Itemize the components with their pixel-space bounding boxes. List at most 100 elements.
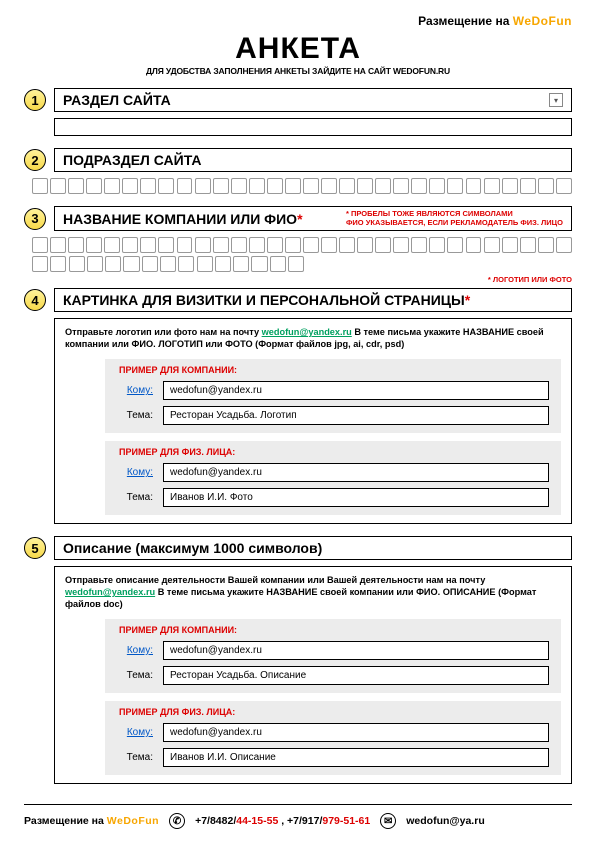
char-box[interactable] (178, 256, 194, 272)
s4-example-person: ПРИМЕР ДЛЯ ФИЗ. ЛИЦА: Кому:wedofun@yande… (105, 441, 561, 515)
char-box[interactable] (86, 178, 102, 194)
char-box[interactable] (267, 237, 283, 253)
char-box[interactable] (429, 178, 445, 194)
char-box[interactable] (249, 178, 265, 194)
char-box[interactable] (142, 256, 158, 272)
char-box[interactable] (520, 237, 536, 253)
char-box[interactable] (123, 256, 139, 272)
char-box[interactable] (177, 237, 193, 253)
char-box[interactable] (122, 237, 138, 253)
char-box[interactable] (104, 237, 120, 253)
section-3-note: * ПРОБЕЛЫ ТОЖЕ ЯВЛЯЮТСЯ СИМВОЛАМИФИО УКА… (346, 210, 563, 227)
char-box[interactable] (104, 178, 120, 194)
email-link-s4[interactable]: wedofun@yandex.ru (262, 327, 352, 337)
char-box[interactable] (429, 237, 445, 253)
char-box[interactable] (105, 256, 121, 272)
char-box[interactable] (411, 178, 427, 194)
char-box[interactable] (68, 237, 84, 253)
char-box[interactable] (502, 178, 518, 194)
section-3-label: Название компании или ФИО* (63, 211, 303, 227)
char-box[interactable] (50, 178, 66, 194)
phone-icon: ✆ (169, 813, 185, 829)
char-box[interactable] (140, 237, 156, 253)
char-box[interactable] (502, 237, 518, 253)
char-box[interactable] (231, 237, 247, 253)
char-box[interactable] (197, 256, 213, 272)
char-box[interactable] (140, 178, 156, 194)
char-box[interactable] (538, 178, 554, 194)
char-box[interactable] (339, 237, 355, 253)
char-box[interactable] (270, 256, 286, 272)
section-2-charboxes (32, 178, 572, 194)
char-box[interactable] (484, 237, 500, 253)
char-box[interactable] (484, 178, 500, 194)
page-title-block: Анкета для удобства заполнения анкеты за… (24, 32, 572, 76)
char-box[interactable] (213, 237, 229, 253)
char-box[interactable] (158, 237, 174, 253)
subject-label: Тема: (117, 410, 153, 421)
char-box[interactable] (285, 178, 301, 194)
section-5-instructions: Отправьте описание деятельности Вашей ко… (54, 566, 572, 784)
section-1-input[interactable] (54, 118, 572, 136)
char-box[interactable] (50, 256, 66, 272)
char-box[interactable] (233, 256, 249, 272)
email-link-s5[interactable]: wedofun@yandex.ru (65, 587, 155, 597)
s5-person-subj: Иванов И.И. Описание (163, 748, 549, 767)
char-box[interactable] (288, 256, 304, 272)
char-box[interactable] (87, 256, 103, 272)
char-box[interactable] (231, 178, 247, 194)
to-label: Кому: (117, 467, 153, 478)
char-box[interactable] (466, 237, 482, 253)
section-3-bar: Название компании или ФИО* * ПРОБЕЛЫ ТОЖ… (54, 206, 572, 231)
char-box[interactable] (321, 178, 337, 194)
char-box[interactable] (160, 256, 176, 272)
char-box[interactable] (249, 237, 265, 253)
s4-company-subj: Ресторан Усадьба. Логотип (163, 406, 549, 425)
s5-example-company: ПРИМЕР ДЛЯ КОМПАНИИ: Кому:wedofun@yandex… (105, 619, 561, 693)
char-box[interactable] (251, 256, 267, 272)
char-box[interactable] (285, 237, 301, 253)
char-box[interactable] (447, 178, 463, 194)
char-box[interactable] (411, 237, 427, 253)
char-box[interactable] (215, 256, 231, 272)
char-box[interactable] (50, 237, 66, 253)
s5-company-subj: Ресторан Усадьба. Описание (163, 666, 549, 685)
char-box[interactable] (520, 178, 536, 194)
s5-company-to: wedofun@yandex.ru (163, 641, 549, 660)
char-box[interactable] (32, 237, 48, 253)
section-1-bar[interactable]: Раздел сайта ▾ (54, 88, 572, 112)
char-box[interactable] (393, 237, 409, 253)
char-box[interactable] (447, 237, 463, 253)
char-box[interactable] (357, 178, 373, 194)
char-box[interactable] (86, 237, 102, 253)
char-box[interactable] (393, 178, 409, 194)
char-box[interactable] (339, 178, 355, 194)
chevron-down-icon[interactable]: ▾ (549, 93, 563, 107)
char-box[interactable] (195, 178, 211, 194)
char-box[interactable] (122, 178, 138, 194)
char-box[interactable] (466, 178, 482, 194)
char-box[interactable] (158, 178, 174, 194)
char-box[interactable] (213, 178, 229, 194)
char-box[interactable] (195, 237, 211, 253)
step-badge-1: 1 (24, 89, 46, 111)
char-box[interactable] (538, 237, 554, 253)
section-5-head: 5 Описание (максимум 1000 символов) (24, 536, 572, 560)
char-box[interactable] (69, 256, 85, 272)
char-box[interactable] (267, 178, 283, 194)
subject-label: Тема: (117, 492, 153, 503)
char-box[interactable] (303, 178, 319, 194)
char-box[interactable] (375, 178, 391, 194)
char-box[interactable] (303, 237, 319, 253)
char-box[interactable] (68, 178, 84, 194)
footer-phones: +7/8482/44-15-55 , +7/917/979-51-61 (195, 815, 370, 827)
char-box[interactable] (556, 178, 572, 194)
char-box[interactable] (321, 237, 337, 253)
char-box[interactable] (32, 178, 48, 194)
char-box[interactable] (375, 237, 391, 253)
char-box[interactable] (556, 237, 572, 253)
char-box[interactable] (357, 237, 373, 253)
step-badge-4: 4 (24, 289, 46, 311)
char-box[interactable] (32, 256, 48, 272)
char-box[interactable] (177, 178, 193, 194)
